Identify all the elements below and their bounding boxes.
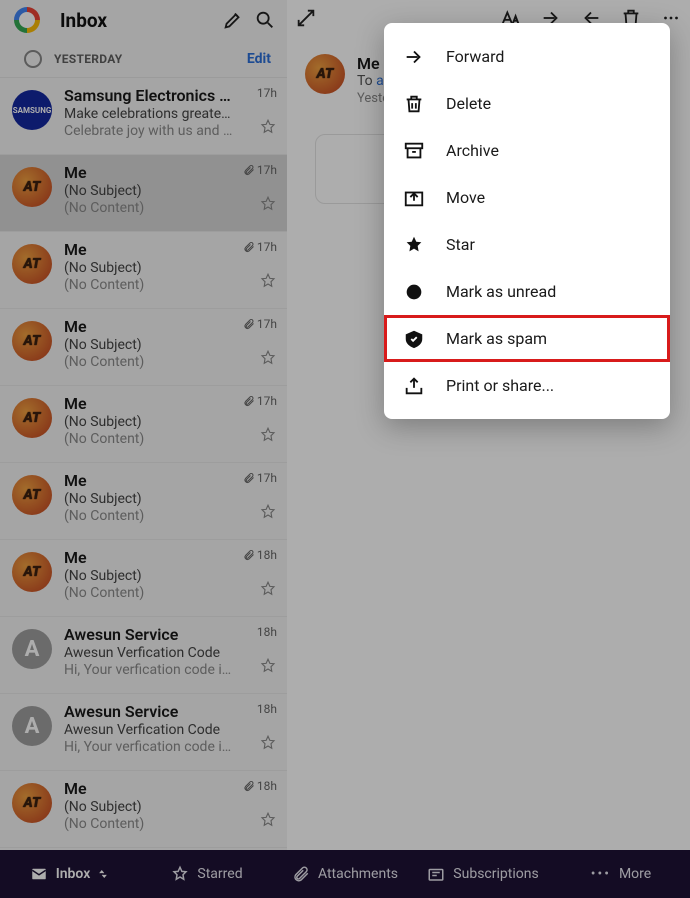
context-menu: Forward Delete Archive Move Star Mark as unre… [384,23,670,419]
menu-item-archive[interactable]: Archive [384,127,670,174]
menu-item-spam[interactable]: Mark as spam [384,315,670,362]
menu-item-label: Forward [446,47,504,66]
star-icon [402,233,426,257]
menu-item-delete[interactable]: Delete [384,80,670,127]
menu-item-label: Mark as unread [446,282,556,301]
menu-item-label: Print or share... [446,376,554,395]
menu-item-label: Archive [446,141,499,160]
print-icon [402,374,426,398]
archive-icon [402,139,426,163]
menu-item-label: Delete [446,94,491,113]
menu-item-move[interactable]: Move [384,174,670,221]
unread-icon [402,280,426,304]
menu-item-print[interactable]: Print or share... [384,362,670,409]
menu-item-label: Move [446,188,485,207]
menu-item-label: Mark as spam [446,329,547,348]
spam-icon [402,327,426,351]
forward-icon [402,45,426,69]
move-icon [402,186,426,210]
menu-item-star[interactable]: Star [384,221,670,268]
menu-item-forward[interactable]: Forward [384,33,670,80]
delete-icon [402,92,426,116]
menu-item-unread[interactable]: Mark as unread [384,268,670,315]
menu-item-label: Star [446,235,475,254]
